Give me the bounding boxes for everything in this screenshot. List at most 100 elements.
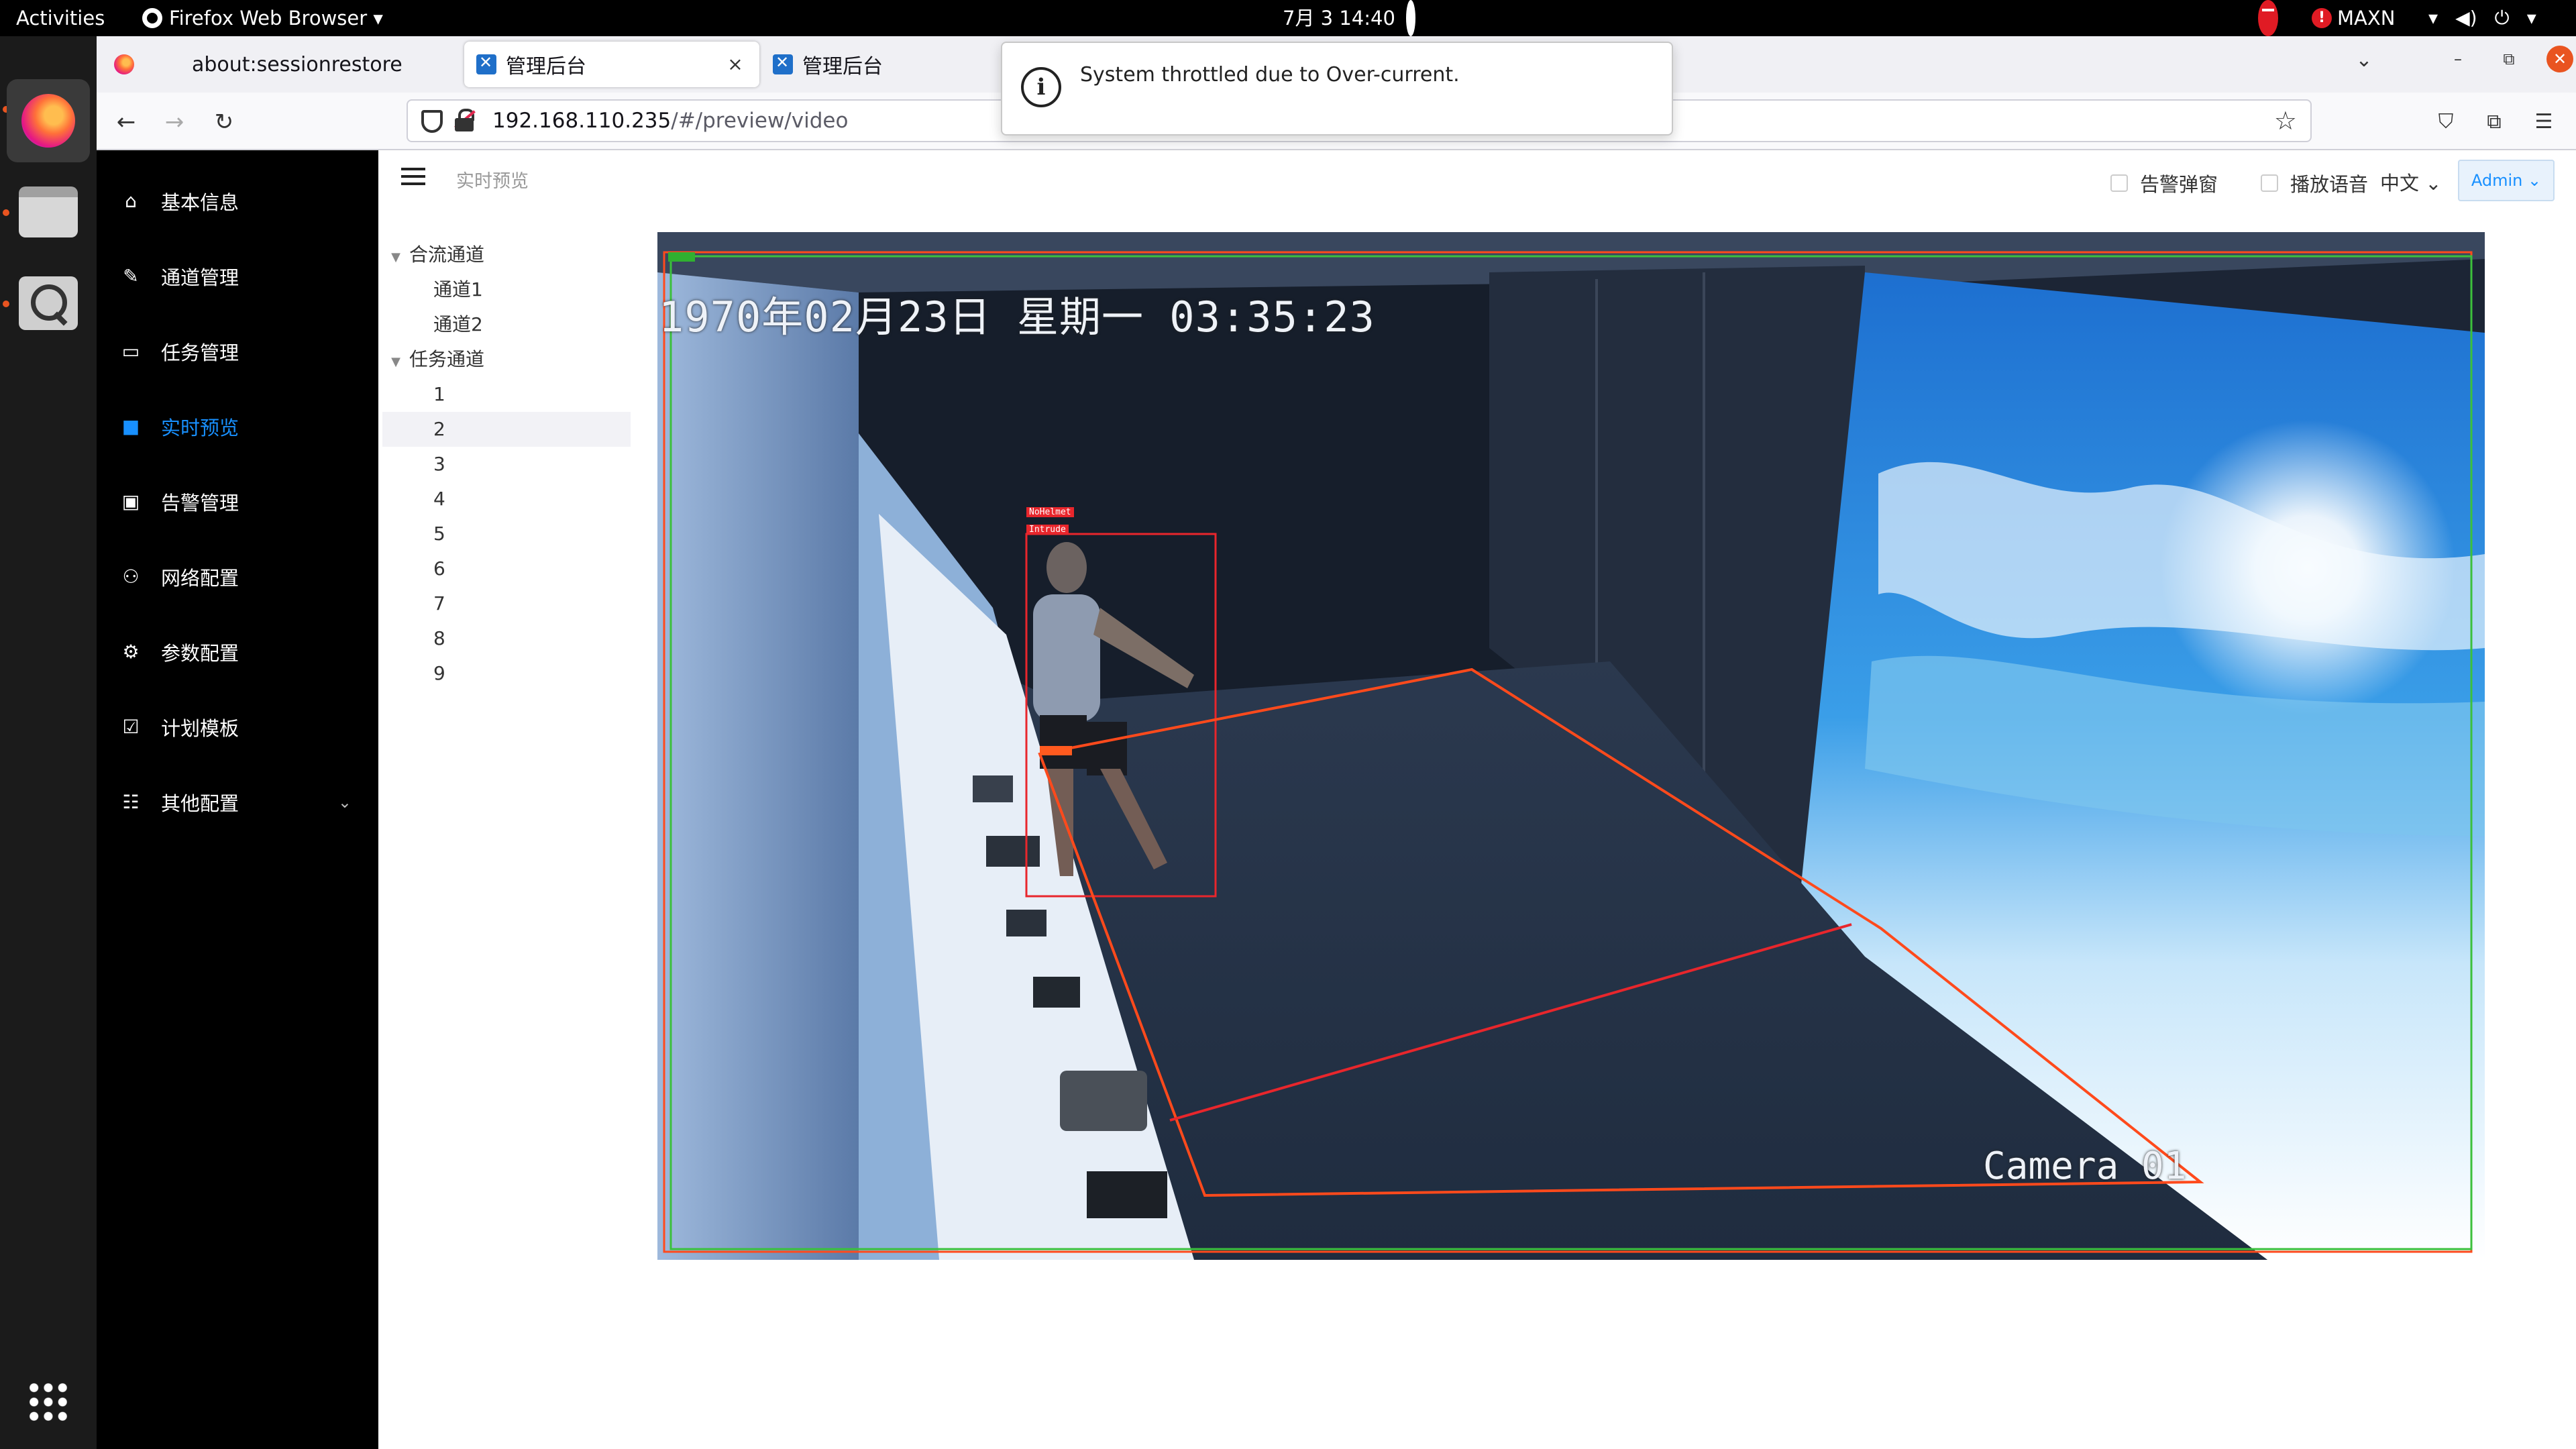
window-controls: – ⧉ ✕ <box>2445 46 2573 72</box>
url-text[interactable]: 192.168.110.235/#/preview/video <box>492 101 848 141</box>
clock[interactable]: 7月 3 14:40 <box>1283 0 1395 36</box>
channel-icon: ✎ <box>123 265 139 287</box>
sidebar-item-label: 通道管理 <box>161 266 239 289</box>
tree-group-merged[interactable]: ▼ 合流通道 <box>382 237 631 272</box>
restore-icon[interactable]: ⧉ <box>2496 46 2522 72</box>
tree-item[interactable]: 6 <box>382 551 631 586</box>
chevron-down-icon: ⌄ <box>2528 171 2542 190</box>
language-label: 中文 <box>2380 172 2420 195</box>
video-player[interactable]: 1970年02月23日 星期一 03:35:23 Camera 01 NoHel… <box>657 232 2485 1260</box>
checkbox-box[interactable] <box>2110 174 2128 192</box>
checkbox-label: 播放语音 <box>2290 173 2369 196</box>
sidebar-item-label: 任务管理 <box>161 341 239 364</box>
osd-camera-label: Camera 01 <box>1983 1144 2187 1188</box>
sidebar-item-basic-info[interactable]: ⌂ 基本信息 <box>97 164 378 239</box>
sidebar-item-task[interactable]: ▭ 任务管理 <box>97 314 378 389</box>
tab-admin[interactable]: 管理后台 <box>767 42 989 87</box>
warning-icon: ! <box>2312 8 2332 28</box>
sidebar-item-preview[interactable]: ■ 实时预览 <box>97 389 378 464</box>
tab-label: 管理后台 <box>506 55 586 78</box>
system-notification[interactable]: i System throttled due to Over-current. <box>1001 42 1673 136</box>
show-apps-grid-icon[interactable] <box>27 1381 70 1424</box>
tree-item[interactable]: 4 <box>382 482 631 517</box>
tab-label: 管理后台 <box>802 55 883 78</box>
sidebar-item-label: 告警管理 <box>161 492 239 515</box>
frame-corner-tag <box>668 252 695 262</box>
list-all-tabs-chevron-icon[interactable]: ⌄ <box>2351 48 2377 75</box>
sidebar-item-label: 其他配置 <box>161 792 239 815</box>
sidebar-item-other[interactable]: ☷ 其他配置 ⌄ <box>97 765 378 840</box>
sidebar-item-network[interactable]: ⚇ 网络配置 <box>97 539 378 614</box>
notification-dot-icon <box>1406 0 1415 36</box>
preview-icon: ■ <box>121 415 140 437</box>
language-dropdown[interactable]: 中文 ⌄ <box>2380 168 2442 196</box>
caret-down-icon[interactable]: ▼ <box>382 345 409 380</box>
back-arrow-icon[interactable]: ← <box>110 106 142 138</box>
power-mode-indicator[interactable]: ! MAXN <box>2312 0 2395 36</box>
insecure-lock-icon[interactable] <box>454 109 476 133</box>
chevron-down-icon: ⌄ <box>337 793 352 812</box>
dock <box>0 36 97 1449</box>
tree-item[interactable]: 8 <box>382 621 631 656</box>
settings-icon: ⚙ <box>122 641 140 663</box>
volume-icon: ◀) <box>2455 7 2477 29</box>
do-not-disturb-icon[interactable] <box>2258 0 2278 36</box>
sidebar-item-plan[interactable]: ☑ 计划模板 <box>97 690 378 765</box>
tree-label: 任务通道 <box>409 348 485 370</box>
tree-item[interactable]: 1 <box>382 377 631 412</box>
window-close-icon[interactable]: ✕ <box>2546 46 2573 72</box>
sidebar-item-channel[interactable]: ✎ 通道管理 <box>97 239 378 314</box>
power-icon: ⏻ <box>2494 7 2510 29</box>
play-voice-checkbox[interactable]: 播放语音 <box>2261 169 2368 197</box>
tree-item[interactable]: 3 <box>382 447 631 482</box>
forward-arrow-icon[interactable]: → <box>158 106 191 138</box>
user-label: Admin <box>2471 171 2523 190</box>
activities-button[interactable]: Activities <box>16 0 105 36</box>
app-logo-icon <box>773 53 793 74</box>
tree-item-selected[interactable]: 2 <box>382 412 631 447</box>
sidebar-item-label: 计划模板 <box>161 717 239 740</box>
collapse-menu-icon[interactable] <box>401 168 425 188</box>
firefox-icon <box>142 8 162 28</box>
tree-item[interactable]: 通道1 <box>382 272 631 307</box>
tab-admin-active[interactable]: 管理后台 × <box>464 42 759 87</box>
tab-label: about:sessionrestore <box>192 52 402 76</box>
system-menu[interactable]: ▾ ◀) ⏻ ▾ <box>2428 0 2536 36</box>
tree-group-task[interactable]: ▼ 任务通道 <box>382 342 631 377</box>
osd-timestamp: 1970年02月23日 星期一 03:35:23 <box>659 292 1375 341</box>
tree-item[interactable]: 7 <box>382 586 631 621</box>
folder-icon <box>19 186 78 237</box>
detection-tag-nohelmet: NoHelmet <box>1026 507 1074 517</box>
tab-pinned-firefox[interactable] <box>99 42 153 87</box>
alarm-popup-checkbox[interactable]: 告警弹窗 <box>2110 169 2218 197</box>
checkbox-box[interactable] <box>2261 174 2278 192</box>
bookmark-star-icon[interactable]: ☆ <box>2274 106 2297 136</box>
hamburger-menu-icon[interactable]: ☰ <box>2528 106 2560 138</box>
sidebar-item-label: 基本信息 <box>161 191 239 214</box>
dock-files[interactable] <box>7 170 90 254</box>
home-icon: ⌂ <box>125 190 137 212</box>
app-menu[interactable]: Firefox Web Browser ▾ <box>142 0 383 36</box>
breadcrumb: 实时预览 <box>456 171 529 192</box>
tracking-shield-icon[interactable] <box>421 110 443 133</box>
app-menu-label: Firefox Web Browser ▾ <box>169 7 383 30</box>
firefox-icon <box>114 54 134 74</box>
sidebar-item-label: 参数配置 <box>161 642 239 665</box>
tree-item[interactable]: 5 <box>382 517 631 551</box>
dock-firefox[interactable] <box>7 79 90 162</box>
close-icon[interactable]: × <box>722 51 749 78</box>
minimize-icon[interactable]: – <box>2445 46 2471 72</box>
tree-item[interactable]: 通道2 <box>382 307 631 342</box>
pocket-icon[interactable]: ⛉ <box>2430 106 2462 138</box>
sidebar-item-alarm[interactable]: ▣ 告警管理 <box>97 464 378 539</box>
reload-icon[interactable]: ↻ <box>208 106 240 138</box>
dock-search-app[interactable] <box>7 262 90 345</box>
tree-item[interactable]: 9 <box>382 656 631 691</box>
extensions-icon[interactable]: ⧉ <box>2478 106 2510 138</box>
tree-label: 合流通道 <box>409 244 485 266</box>
wifi-icon: ▾ <box>2428 7 2438 29</box>
chevron-down-icon: ⌄ <box>2425 172 2442 195</box>
sidebar-item-params[interactable]: ⚙ 参数配置 <box>97 614 378 690</box>
caret-down-icon[interactable]: ▼ <box>382 240 409 275</box>
user-dropdown[interactable]: Admin ⌄ <box>2458 160 2555 201</box>
